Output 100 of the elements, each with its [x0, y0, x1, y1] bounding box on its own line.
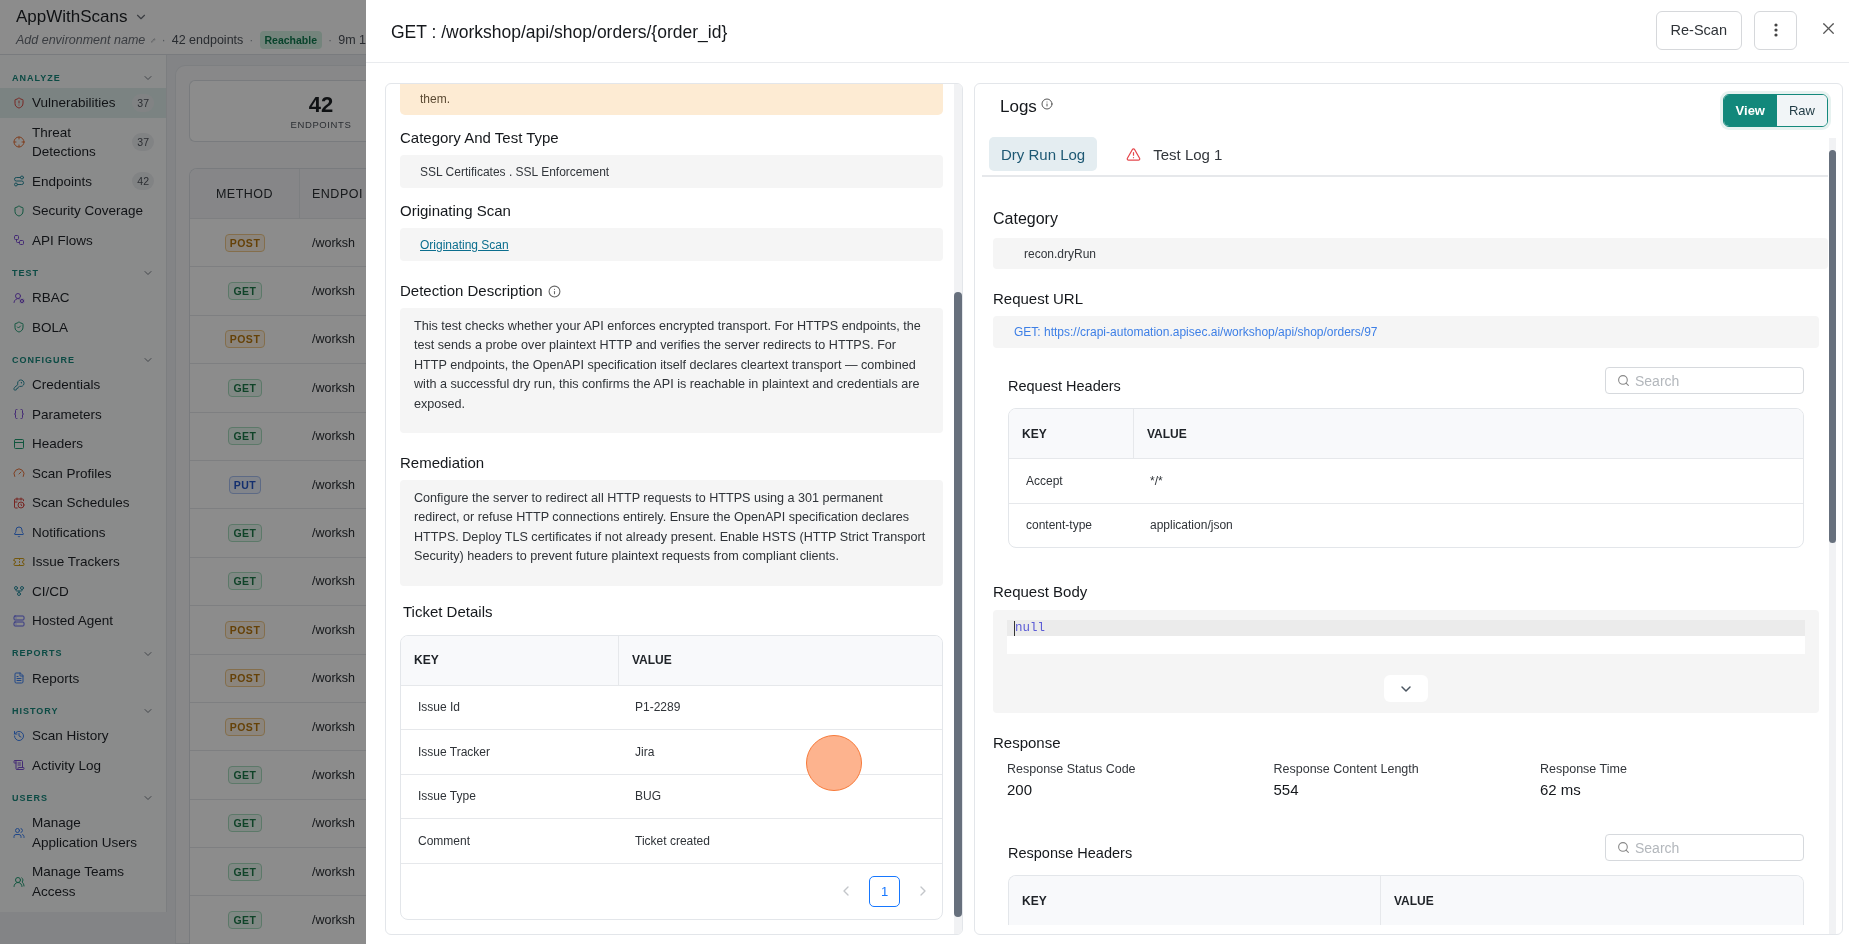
method-badge: GET	[228, 862, 262, 881]
info-icon[interactable]	[1040, 98, 1053, 110]
sidebar-item[interactable]: Reports	[0, 663, 166, 693]
scan-link[interactable]: Originating Scan	[420, 237, 509, 252]
sidebar-item[interactable]: Scan Profiles	[0, 458, 166, 488]
sidebar-item[interactable]: Vulnerabilities 37	[0, 88, 166, 118]
shield-icon	[13, 204, 25, 217]
endpoint-path[interactable]: /worksh	[312, 574, 356, 589]
sidebar-item[interactable]: Issue Trackers	[0, 547, 166, 577]
value-text: SSL Certificates . SSL Enforcement	[420, 164, 610, 179]
endpoint-path[interactable]: /worksh	[312, 429, 356, 444]
endpoint-path[interactable]: /worksh	[312, 477, 356, 492]
section-heading: Ticket Details	[403, 601, 494, 622]
method-badge: POST	[224, 620, 266, 639]
sidebar-item[interactable]: API Flows	[0, 225, 166, 255]
request-url-text: GET: https://crapi-automation.apisec.ai/workshop/api/shop/orders/97	[1014, 325, 1378, 339]
fork-icon	[13, 585, 25, 598]
gauge-icon	[13, 467, 25, 480]
endpoint-path[interactable]: /worksh	[312, 622, 356, 637]
section-heading: Request Headers	[1008, 377, 1121, 396]
sidebar-item[interactable]: Headers	[0, 429, 166, 459]
section-heading: Request URL	[993, 289, 1085, 309]
sidebar-item[interactable]: RBAC	[0, 283, 166, 313]
toggle-option[interactable]: View	[1723, 94, 1777, 126]
scrollbar-track[interactable]	[1829, 138, 1836, 934]
crosshair-icon	[13, 136, 25, 148]
drawer-title: GET : /workshop/api/shop/orders/{order_id}	[391, 21, 729, 43]
sidebar-item[interactable]: CI/CD	[0, 576, 166, 606]
endpoint-path[interactable]: /worksh	[312, 332, 356, 347]
search-input[interactable]: Search	[1635, 370, 1785, 391]
sidebar-item[interactable]: Notifications	[0, 517, 166, 547]
key-text: Issue Tracker	[417, 744, 492, 759]
endpoint-path[interactable]: /worksh	[312, 719, 356, 734]
code-editor[interactable]: null	[1007, 620, 1805, 654]
sidebar-item[interactable]: Parameters	[0, 399, 166, 429]
section-heading: Category	[993, 209, 1059, 229]
endpoint-path[interactable]: /worksh	[312, 864, 356, 879]
method-badge: POST	[224, 330, 266, 349]
log-tab[interactable]: Dry Run Log	[989, 137, 1098, 171]
scrollbar-track[interactable]	[954, 84, 962, 934]
scrollbar-thumb[interactable]	[954, 292, 962, 917]
shield-check-icon	[13, 321, 25, 334]
search-input[interactable]: Search	[1635, 837, 1785, 858]
more-button[interactable]	[1754, 10, 1797, 50]
sidebar-item[interactable]: Scan Schedules	[0, 488, 166, 518]
column-header: KEY	[1021, 425, 1048, 443]
section-heading: Response Headers	[1008, 844, 1133, 863]
column-header: VALUE	[1380, 876, 1803, 925]
search-field[interactable]: Search	[1605, 834, 1804, 861]
method-badge: GET	[228, 427, 262, 446]
section-heading: Originating Scan	[400, 201, 511, 221]
section-heading: Detection Description	[400, 281, 543, 301]
meta-text: 42 endpoints	[171, 33, 244, 47]
method-badge: POST	[224, 669, 266, 688]
key-text: Issue Id	[417, 700, 462, 715]
endpoint-path[interactable]: /worksh	[312, 235, 356, 250]
column-header: METHOD	[215, 186, 274, 201]
toggle-option[interactable]: Raw	[1777, 94, 1827, 126]
environment-name-placeholder[interactable]: Add environment name	[16, 33, 146, 47]
method-badge: GET	[228, 911, 262, 930]
sidebar-item[interactable]: Credentials	[0, 370, 166, 400]
page-button[interactable]: 1	[869, 875, 900, 907]
server-icon	[13, 614, 25, 627]
sidebar-item[interactable]: Security Coverage	[0, 196, 166, 226]
key-text: Issue Type	[417, 789, 477, 804]
metric-value: 554	[1273, 781, 1300, 798]
ticket-icon	[13, 555, 25, 568]
endpoint-path[interactable]: /worksh	[312, 284, 356, 299]
metric-label: Response Time	[1540, 762, 1628, 776]
section-label: TEST	[12, 267, 39, 279]
sidebar-item[interactable]: Manage Application Users	[0, 808, 166, 857]
value-text: application/json	[1149, 518, 1234, 533]
endpoint-path[interactable]: /worksh	[312, 913, 356, 928]
log-tab[interactable]: Test Log 1	[1114, 137, 1235, 171]
metric-value: 62 ms	[1540, 781, 1582, 798]
endpoint-path[interactable]: /worksh	[312, 671, 356, 686]
value-text: P1-2289	[634, 700, 682, 715]
sidebar-item[interactable]: Manage Teams Access	[0, 857, 166, 906]
value-text: Jira	[634, 744, 656, 759]
count-badge: 42	[132, 172, 154, 191]
endpoint-path[interactable]: /worksh	[312, 380, 356, 395]
endpoint-path[interactable]: /worksh	[312, 526, 356, 541]
sidebar-item[interactable]: Scan History	[0, 721, 166, 751]
section-heading: Request Body	[993, 582, 1089, 602]
endpoint-path[interactable]: /worksh	[312, 768, 356, 782]
sidebar-item[interactable]: Endpoints 42	[0, 166, 166, 196]
workflow-icon	[13, 234, 25, 247]
sidebar-item[interactable]: BOLA	[0, 312, 166, 342]
column-header: KEY	[1021, 892, 1048, 910]
expand-button[interactable]	[1384, 675, 1428, 702]
user-cog-icon	[13, 291, 25, 304]
more-vertical-icon	[1773, 23, 1778, 37]
info-icon[interactable]	[547, 284, 561, 298]
section-label: ANALYZE	[12, 72, 61, 84]
sidebar-item[interactable]: Activity Log	[0, 750, 166, 780]
search-field[interactable]: Search	[1605, 367, 1804, 394]
rescan-button[interactable]: Re-Scan	[1655, 10, 1742, 50]
endpoint-path[interactable]: /worksh	[312, 816, 356, 831]
sidebar-item[interactable]: Hosted Agent	[0, 606, 166, 636]
scrollbar-thumb[interactable]	[1829, 150, 1836, 543]
